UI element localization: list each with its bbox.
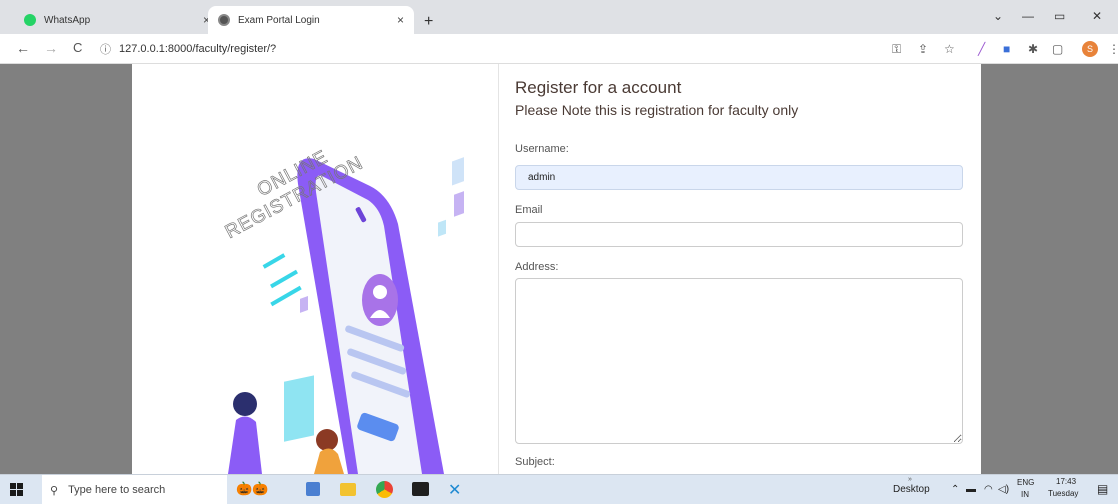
minimize-button[interactable]: — <box>1022 9 1034 23</box>
star-icon[interactable]: ☆ <box>944 42 955 56</box>
menu-icon[interactable]: ⋮ <box>1108 42 1118 56</box>
subject-label: Subject: <box>515 456 555 468</box>
language-code[interactable]: ENG <box>1017 478 1034 487</box>
share-icon[interactable]: ⇪ <box>918 42 928 56</box>
back-button[interactable]: ← <box>16 40 30 56</box>
taskbar-search-box[interactable]: ⚲ Type here to search <box>42 475 227 504</box>
file-explorer-icon[interactable] <box>340 483 356 496</box>
email-label: Email <box>515 204 543 216</box>
windows-start-icon[interactable] <box>10 483 24 497</box>
registration-illustration: ONLINE REGISTRATION <box>132 64 499 474</box>
restore-button[interactable]: ▭ <box>1054 9 1065 23</box>
volume-icon[interactable]: ◁) <box>998 484 1009 495</box>
pen-icon[interactable]: ╱ <box>978 42 985 56</box>
form-title: Register for a account <box>515 78 682 97</box>
address-textarea[interactable] <box>515 278 963 444</box>
search-placeholder: Type here to search <box>68 484 166 496</box>
tab-search-icon[interactable]: ⌄ <box>993 9 1003 23</box>
battery-icon: ▬ <box>966 484 976 495</box>
username-label: Username: <box>515 143 569 155</box>
reload-button[interactable]: C <box>73 40 82 55</box>
calculator-icon[interactable] <box>306 482 320 496</box>
windows-taskbar: ⚲ Type here to search 🎃🎃 ✕ » Desktop ⌃ ▬… <box>0 474 1118 504</box>
tab-whatsapp[interactable]: WhatsApp × <box>14 6 220 34</box>
globe-icon <box>218 14 230 26</box>
tab-title: Exam Portal Login <box>238 14 320 26</box>
tab-exam-portal[interactable]: Exam Portal Login × <box>208 6 414 34</box>
address-label: Address: <box>515 261 559 273</box>
profile-avatar[interactable]: S <box>1082 41 1098 57</box>
extension-icon[interactable]: ■ <box>1003 42 1010 56</box>
browser-tab-strip: WhatsApp × Exam Portal Login × + ⌄ — ▭ ✕ <box>0 0 1118 34</box>
phone-illustration: ONLINE REGISTRATION <box>222 146 464 474</box>
terminal-icon[interactable] <box>412 482 429 496</box>
desktop-chevron[interactable]: » <box>908 476 912 483</box>
notification-icon[interactable]: ▤ <box>1097 482 1108 496</box>
search-icon: ⚲ <box>50 484 59 497</box>
address-bar[interactable]: ⓘ 127.0.0.1:8000/faculty/register/? <box>100 39 870 59</box>
register-card: ONLINE REGISTRATION Register for a accou… <box>132 64 981 474</box>
clock-time[interactable]: 17:43 <box>1056 477 1076 486</box>
region-code[interactable]: IN <box>1021 490 1029 499</box>
url-text: 127.0.0.1:8000/faculty/register/? <box>119 43 277 55</box>
puzzle-icon[interactable]: ✱ <box>1028 42 1038 56</box>
key-icon[interactable]: ⚿ <box>892 42 901 57</box>
new-tab-button[interactable]: + <box>424 13 433 31</box>
page-background: ONLINE REGISTRATION Register for a accou… <box>0 64 1118 474</box>
close-tab-icon[interactable]: × <box>397 13 404 27</box>
clock-day[interactable]: Tuesday <box>1048 489 1078 498</box>
desktop-toolbar[interactable]: Desktop <box>893 484 930 495</box>
whatsapp-icon <box>24 14 36 26</box>
username-input[interactable] <box>515 165 963 190</box>
pumpkin-widget-icon[interactable]: 🎃🎃 <box>236 481 268 497</box>
tray-chevron-icon[interactable]: ⌃ <box>951 484 959 495</box>
chrome-icon[interactable] <box>376 481 393 498</box>
forward-button[interactable]: → <box>44 40 58 56</box>
vscode-icon[interactable]: ✕ <box>448 480 461 500</box>
site-info-icon[interactable]: ⓘ <box>100 41 111 57</box>
sidepanel-icon[interactable]: ▢ <box>1052 42 1063 56</box>
close-window-button[interactable]: ✕ <box>1092 9 1102 23</box>
form-subtitle: Please Note this is registration for fac… <box>515 102 799 118</box>
tab-title: WhatsApp <box>44 14 91 26</box>
registration-form: Register for a account Please Note this … <box>499 64 981 474</box>
browser-toolbar: ← → C ⓘ 127.0.0.1:8000/faculty/register/… <box>0 34 1118 64</box>
email-input[interactable] <box>515 222 963 247</box>
wifi-icon[interactable]: ◠ <box>984 484 993 495</box>
